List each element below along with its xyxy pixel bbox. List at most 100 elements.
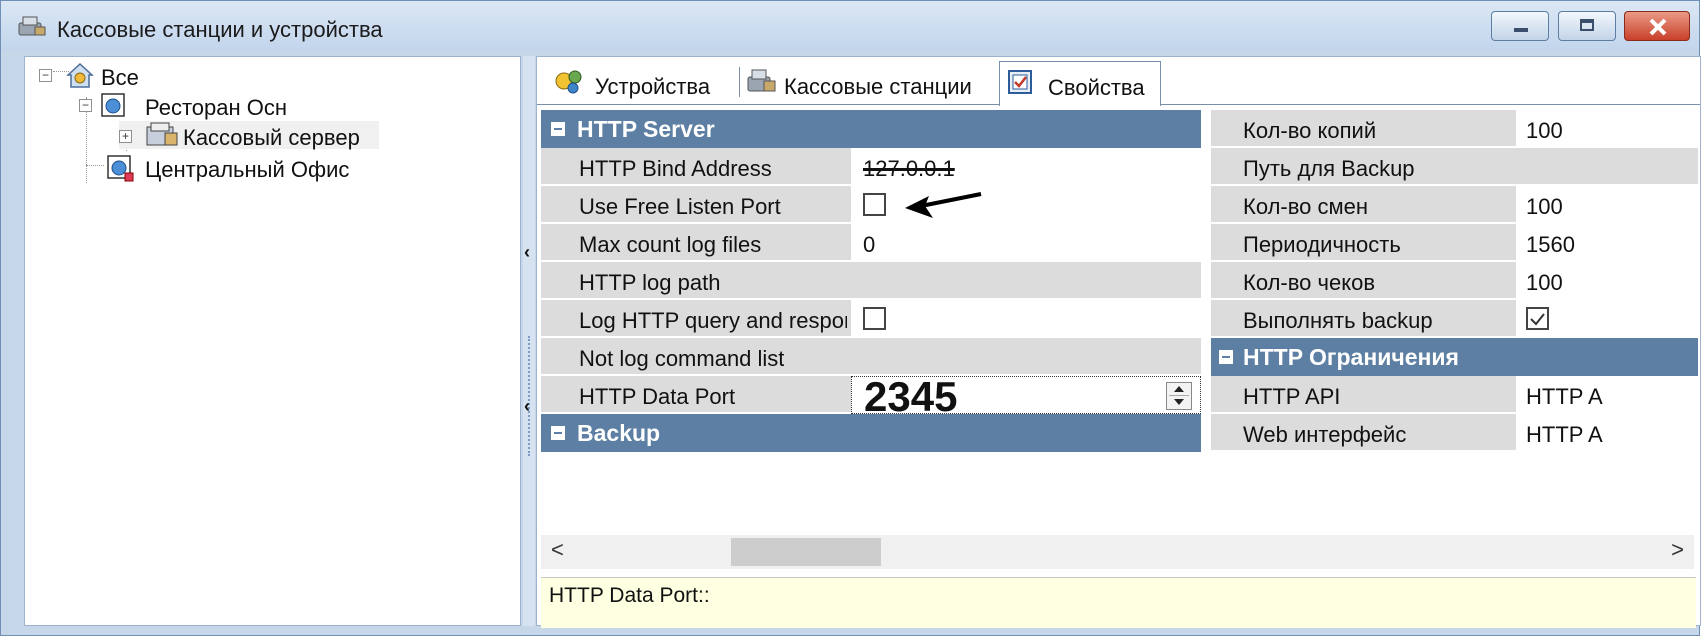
- property-row[interactable]: Log HTTP query and respons: [541, 300, 1201, 338]
- tab-cash-stations[interactable]: Кассовые станции: [746, 61, 976, 103]
- property-name-cell: HTTP log path: [541, 262, 851, 300]
- spin-up-icon[interactable]: [1174, 386, 1184, 392]
- http-data-port-field[interactable]: 2345: [851, 373, 1201, 420]
- property-value-cell[interactable]: 1560: [1516, 224, 1698, 262]
- property-row[interactable]: Not log command list: [541, 338, 1201, 376]
- tree-item-central-office[interactable]: Центральный Офис: [105, 153, 405, 182]
- collapse-icon[interactable]: [551, 122, 565, 136]
- expand-icon[interactable]: +: [119, 130, 132, 143]
- collapse-icon[interactable]: [1219, 350, 1233, 364]
- property-name-cell: HTTP API: [1211, 376, 1516, 414]
- property-value-cell[interactable]: [1516, 148, 1698, 186]
- property-name-cell: Web интерфейс: [1211, 414, 1516, 452]
- property-row[interactable]: HTTP Data Port 2345: [541, 373, 1201, 420]
- tree-item-cash-server[interactable]: + Кассовый сервер: [119, 121, 379, 150]
- property-row[interactable]: HTTP Bind Address 127.0.0.1: [541, 148, 1201, 186]
- property-row[interactable]: Кол-во смен 100: [1211, 186, 1698, 224]
- store-icon: [101, 93, 125, 117]
- property-value-cell[interactable]: 0: [851, 224, 1201, 262]
- panel-splitter[interactable]: ‹ ‹: [523, 56, 535, 626]
- category-http-server[interactable]: HTTP Server: [541, 110, 1201, 148]
- property-name-cell: HTTP Data Port: [541, 376, 851, 414]
- category-backup[interactable]: Backup: [541, 414, 1201, 452]
- property-value-cell[interactable]: [1516, 300, 1698, 338]
- property-value-cell[interactable]: [851, 262, 1201, 300]
- spin-divider: [1169, 395, 1189, 396]
- tab-devices[interactable]: Устройства: [553, 61, 738, 103]
- property-grid[interactable]: HTTP Server HTTP Bind Address 127.0.0.1 …: [541, 110, 1706, 527]
- port-spinner[interactable]: [1166, 382, 1192, 410]
- property-row[interactable]: Use Free Listen Port: [541, 186, 1201, 224]
- property-row[interactable]: Кол-во копий 100: [1211, 110, 1698, 148]
- property-name: HTTP API: [1243, 384, 1341, 409]
- scroll-right-icon[interactable]: >: [1671, 537, 1684, 563]
- home-icon: [66, 62, 94, 88]
- backup-enabled-checkbox[interactable]: [1526, 307, 1549, 330]
- property-value-cell[interactable]: [851, 186, 1201, 224]
- property-name-cell: Not log command list: [541, 338, 851, 376]
- collapse-icon[interactable]: −: [39, 69, 52, 82]
- property-value-cell[interactable]: 100: [1516, 262, 1698, 300]
- property-name-cell: HTTP Bind Address: [541, 148, 851, 186]
- property-name: Кол-во копий: [1243, 118, 1377, 143]
- tab-properties[interactable]: Свойства: [999, 61, 1161, 106]
- property-name-cell: Выполнять backup: [1211, 300, 1516, 338]
- property-value: HTTP A: [1526, 422, 1603, 447]
- properties-panel: Устройства Кассовые станции Свойства HTT…: [536, 56, 1701, 628]
- property-row[interactable]: Кол-во чеков 100: [1211, 262, 1698, 300]
- tree-item-restaurant[interactable]: − Ресторан Осн: [79, 91, 339, 120]
- spin-down-icon[interactable]: [1174, 399, 1184, 405]
- device-tree[interactable]: − Все − Ресторан Осн + Кассовый сервер Ц…: [24, 56, 521, 626]
- title-bar[interactable]: Кассовые станции и устройства: [1, 1, 1699, 51]
- minimize-icon: [1514, 28, 1528, 32]
- property-value-cell[interactable]: HTTP A: [1516, 414, 1698, 452]
- property-row[interactable]: Периодичность 1560: [1211, 224, 1698, 262]
- property-name: Путь для Backup: [1243, 156, 1415, 181]
- property-value: HTTP A: [1526, 384, 1603, 409]
- property-name-cell: Кол-во чеков: [1211, 262, 1516, 300]
- use-free-listen-port-checkbox[interactable]: [863, 193, 886, 216]
- properties-icon: [1008, 70, 1032, 94]
- property-value-cell[interactable]: 127.0.0.1: [851, 148, 1201, 186]
- property-row[interactable]: HTTP log path: [541, 262, 1201, 300]
- property-name: Выполнять backup: [1243, 308, 1433, 333]
- property-name-cell: Use Free Listen Port: [541, 186, 851, 224]
- category-label: HTTP Ограничения: [1243, 344, 1459, 370]
- property-name: Web интерфейс: [1243, 422, 1407, 447]
- property-name-cell: Кол-во копий: [1211, 110, 1516, 148]
- property-value-cell[interactable]: 100: [1516, 186, 1698, 224]
- property-value-cell[interactable]: HTTP A: [1516, 376, 1698, 414]
- property-row[interactable]: HTTP API HTTP A: [1211, 376, 1698, 414]
- scrollbar-thumb[interactable]: [731, 538, 881, 566]
- devices-icon: [555, 70, 582, 94]
- property-value: 100: [1526, 194, 1563, 219]
- scroll-left-icon[interactable]: <: [551, 537, 564, 563]
- horizontal-scrollbar[interactable]: < >: [541, 535, 1694, 569]
- property-row[interactable]: Путь для Backup: [1211, 148, 1698, 186]
- property-row[interactable]: Max count log files 0: [541, 224, 1201, 262]
- tree-item-label: Кассовый сервер: [183, 125, 360, 150]
- window-title: Кассовые станции и устройства: [57, 17, 383, 42]
- collapse-icon[interactable]: −: [79, 99, 92, 112]
- collapse-left-icon[interactable]: ‹: [524, 242, 530, 263]
- collapse-icon[interactable]: [551, 426, 565, 440]
- log-http-query-checkbox[interactable]: [863, 307, 886, 330]
- minimize-button[interactable]: [1491, 11, 1549, 41]
- property-name: Use Free Listen Port: [579, 194, 781, 219]
- property-value-cell[interactable]: [851, 300, 1201, 338]
- tree-item-all[interactable]: − Все: [39, 61, 239, 90]
- property-value-cell[interactable]: [851, 338, 1201, 376]
- category-http-limits[interactable]: HTTP Ограничения: [1211, 338, 1698, 376]
- collapse-left-icon[interactable]: ‹: [524, 396, 530, 417]
- maximize-button[interactable]: [1558, 11, 1616, 41]
- property-row[interactable]: Web интерфейс HTTP A: [1211, 414, 1698, 452]
- tree-line: [86, 165, 104, 166]
- property-row[interactable]: Выполнять backup: [1211, 300, 1698, 338]
- checkmark-icon: [1530, 313, 1545, 326]
- maximize-icon: [1580, 19, 1594, 31]
- property-value-cell[interactable]: 100: [1516, 110, 1698, 148]
- property-name-cell: Log HTTP query and respons: [541, 300, 851, 338]
- close-button[interactable]: [1624, 11, 1690, 41]
- description-text: HTTP Data Port::: [549, 584, 710, 607]
- property-name-cell: Периодичность: [1211, 224, 1516, 262]
